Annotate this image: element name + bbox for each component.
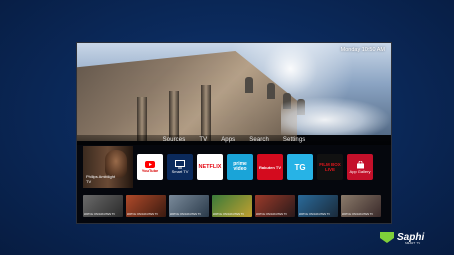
video-tile[interactable]: WATCH ON RAKUTEN TV bbox=[255, 195, 295, 217]
featured-tile[interactable]: Philips Ambilight TV bbox=[83, 146, 133, 188]
cloud bbox=[281, 97, 391, 135]
rakuten-tv-app-tile[interactable]: Rakuten TV bbox=[257, 154, 283, 180]
hero-background: Monday 10:50 AM bbox=[77, 43, 391, 141]
menu-item-search[interactable]: Search bbox=[249, 137, 269, 143]
filmbox-label: FILM BOX LIVE bbox=[319, 162, 341, 172]
prime-video-app-tile[interactable]: prime video bbox=[227, 154, 253, 180]
smart-tv-label: Smart TV bbox=[171, 169, 189, 174]
app-gallery-label: App Gallery bbox=[349, 168, 371, 174]
video-tile[interactable]: WATCH ON RAKUTEN TV bbox=[83, 195, 123, 217]
saphi-logo: Saphi SMART TV bbox=[380, 231, 425, 245]
menu-item-settings[interactable]: Settings bbox=[283, 137, 305, 143]
brand-name: Saphi bbox=[397, 231, 425, 243]
clock-display: Monday 10:50 AM bbox=[340, 47, 385, 53]
youtube-label: YouTube bbox=[141, 168, 159, 173]
brand-subtitle: SMART TV bbox=[405, 242, 421, 245]
featured-label: Philips Ambilight TV bbox=[86, 174, 116, 184]
video-tile[interactable]: WATCH ON RAKUTEN TV bbox=[126, 195, 166, 217]
menu-item-sources[interactable]: Sources bbox=[163, 137, 186, 143]
video-caption: WATCH ON RAKUTEN TV bbox=[84, 213, 115, 216]
video-tile[interactable]: WATCH ON RAKUTEN TV bbox=[298, 195, 338, 217]
statue bbox=[267, 83, 275, 99]
youtube-app-tile[interactable]: YouTube bbox=[137, 154, 163, 180]
gate-pillar bbox=[169, 91, 179, 141]
filmbox-app-tile[interactable]: FILM BOX LIVE bbox=[317, 154, 343, 180]
video-row: WATCH ON RAKUTEN TV WATCH ON RAKUTEN TV … bbox=[83, 195, 381, 217]
video-tile[interactable]: WATCH ON RAKUTEN TV bbox=[341, 195, 381, 217]
shopping-bag-icon bbox=[356, 160, 364, 168]
youtube-play-icon bbox=[145, 161, 155, 168]
video-caption: WATCH ON RAKUTEN TV bbox=[170, 213, 201, 216]
video-caption: WATCH ON RAKUTEN TV bbox=[342, 213, 373, 216]
netflix-app-tile[interactable]: NETFLIX bbox=[197, 154, 223, 180]
main-menu: Sources TV Apps Search Settings bbox=[77, 135, 391, 145]
tv-icon bbox=[175, 160, 185, 169]
video-tile[interactable]: WATCH ON RAKUTEN TV bbox=[212, 195, 252, 217]
prime-video-label: prime video bbox=[233, 161, 247, 172]
smart-tv-app-tile[interactable]: Smart TV bbox=[167, 154, 193, 180]
menu-item-apps[interactable]: Apps bbox=[221, 137, 235, 143]
netflix-label: NETFLIX bbox=[198, 163, 222, 170]
statue bbox=[245, 77, 253, 93]
menu-item-tv[interactable]: TV bbox=[199, 137, 207, 143]
tv-screen: Monday 10:50 AM Sources TV Apps Search S… bbox=[76, 42, 392, 224]
video-caption: WATCH ON RAKUTEN TV bbox=[127, 213, 158, 216]
gate-image bbox=[77, 51, 297, 141]
tg-label: TG bbox=[294, 162, 306, 172]
gem-icon bbox=[380, 232, 394, 243]
video-tile[interactable]: WATCH ON RAKUTEN TV bbox=[169, 195, 209, 217]
apps-row: Philips Ambilight TV YouTube Smart TV NE… bbox=[83, 146, 373, 188]
app-gallery-tile[interactable]: App Gallery bbox=[347, 154, 373, 180]
video-caption: WATCH ON RAKUTEN TV bbox=[299, 213, 330, 216]
gate-pillar bbox=[201, 85, 211, 141]
rakuten-tv-label: Rakuten TV bbox=[258, 164, 281, 170]
video-caption: WATCH ON RAKUTEN TV bbox=[213, 213, 244, 216]
tg-app-tile[interactable]: TG bbox=[287, 154, 313, 180]
video-caption: WATCH ON RAKUTEN TV bbox=[256, 213, 287, 216]
